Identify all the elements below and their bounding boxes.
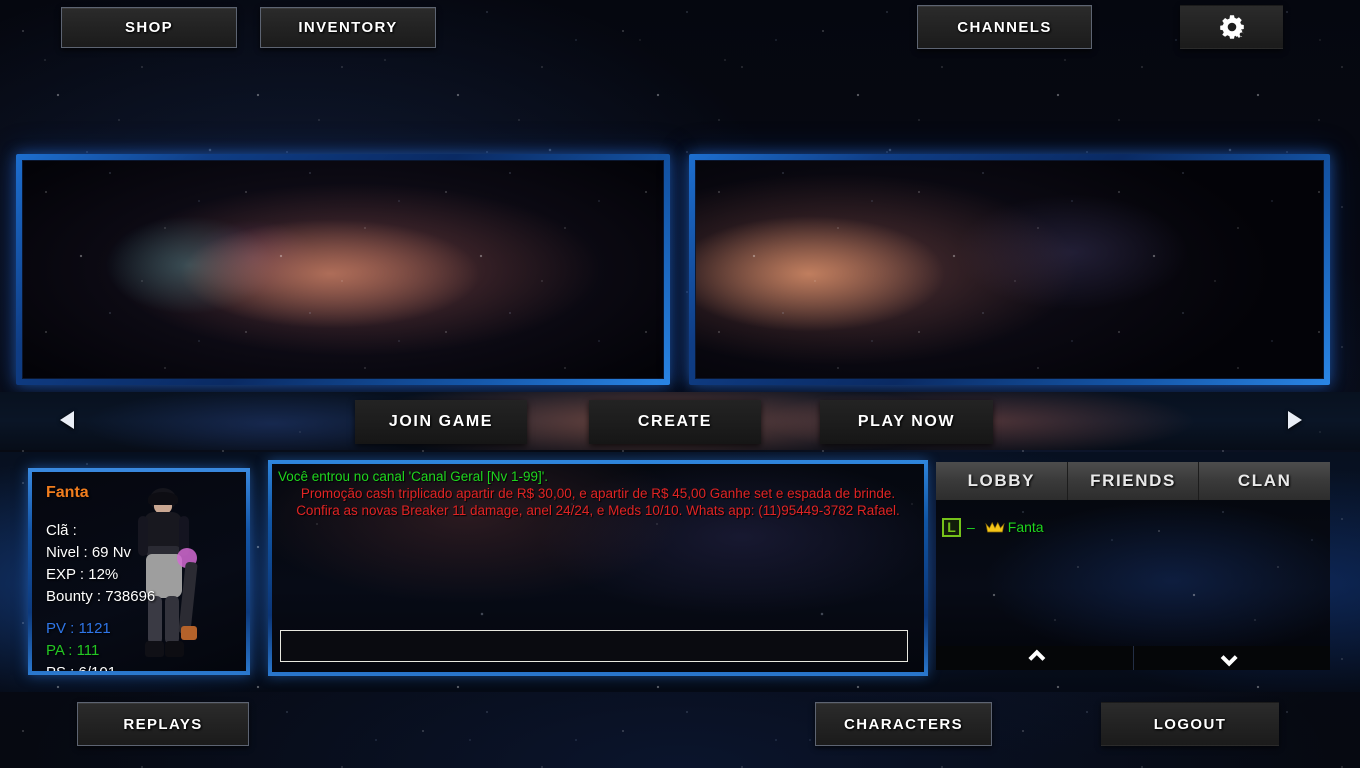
chat-message-log[interactable]: Você entrou no canal 'Canal Geral [Nv 1-… bbox=[278, 468, 918, 519]
lobby-panel: LOBBY FRIENDS CLAN L – Fanta bbox=[936, 462, 1331, 684]
arrow-left-icon bbox=[60, 411, 74, 429]
character-ps: PS : 6/101 bbox=[46, 664, 116, 671]
list-item[interactable]: L – Fanta bbox=[936, 514, 1330, 540]
character-avatar bbox=[124, 486, 220, 671]
bottom-region: Fanta Clã : Nivel : 69 Nv EXP : 12% Boun… bbox=[0, 452, 1360, 692]
chat-panel: Você entrou no canal 'Canal Geral [Nv 1-… bbox=[268, 460, 928, 676]
member-name: Fanta bbox=[1007, 519, 1044, 535]
member-separator: – bbox=[967, 519, 975, 535]
character-panel-inner: Fanta Clã : Nivel : 69 Nv EXP : 12% Boun… bbox=[32, 472, 246, 671]
crown-icon bbox=[985, 520, 1005, 534]
character-exp: EXP : 12% bbox=[46, 566, 119, 583]
banner-prev-button[interactable] bbox=[50, 403, 84, 437]
chat-input[interactable] bbox=[280, 630, 908, 662]
arrow-right-icon bbox=[1288, 411, 1302, 429]
character-pa: PA : 111 bbox=[46, 642, 100, 659]
banner-right[interactable] bbox=[689, 154, 1330, 385]
lobby-tab-bar: LOBBY FRIENDS CLAN bbox=[936, 462, 1331, 500]
shop-button[interactable]: SHOP bbox=[61, 7, 237, 48]
game-mode-bar: JOIN GAME CREATE PLAY NOW bbox=[0, 392, 1360, 450]
banner-left-image bbox=[22, 160, 664, 379]
character-pv: PV : 1121 bbox=[46, 620, 111, 637]
chat-message: Promoção cash triplicado apartir de R$ 3… bbox=[296, 486, 900, 518]
banner-left[interactable] bbox=[16, 154, 670, 385]
chat-message: Você entrou no canal 'Canal Geral [Nv 1-… bbox=[278, 469, 549, 484]
character-name: Fanta bbox=[46, 484, 89, 501]
chevron-up-icon bbox=[1028, 649, 1046, 667]
replays-button[interactable]: REPLAYS bbox=[77, 702, 249, 746]
character-bounty: Bounty : 738696 bbox=[46, 588, 156, 605]
characters-button[interactable]: CHARACTERS bbox=[815, 702, 992, 746]
tab-lobby[interactable]: LOBBY bbox=[936, 462, 1068, 500]
tab-friends[interactable]: FRIENDS bbox=[1067, 462, 1200, 500]
banner-right-image bbox=[695, 160, 1324, 379]
lobby-member-list: L – Fanta bbox=[936, 500, 1330, 646]
galaxy-artwork-right bbox=[696, 161, 1323, 378]
channels-button[interactable]: CHANNELS bbox=[917, 5, 1092, 49]
chevron-down-icon bbox=[1220, 649, 1238, 667]
scroll-up-button[interactable] bbox=[936, 646, 1134, 670]
scroll-down-button[interactable] bbox=[1133, 646, 1330, 670]
galaxy-artwork-left bbox=[23, 161, 663, 378]
play-now-button[interactable]: PLAY NOW bbox=[820, 400, 993, 444]
inventory-button[interactable]: INVENTORY bbox=[260, 7, 436, 48]
create-button[interactable]: CREATE bbox=[589, 400, 761, 444]
gear-icon bbox=[1217, 13, 1247, 41]
banner-next-button[interactable] bbox=[1278, 403, 1312, 437]
logout-button[interactable]: LOGOUT bbox=[1101, 702, 1279, 746]
chat-panel-inner: Você entrou no canal 'Canal Geral [Nv 1-… bbox=[272, 464, 924, 672]
lobby-scroll-controls bbox=[936, 646, 1330, 670]
game-lobby-screen: SHOP INVENTORY CHANNELS JOIN GAME CREATE… bbox=[0, 0, 1360, 768]
character-level: Nivel : 69 Nv bbox=[46, 544, 132, 561]
join-game-button[interactable]: JOIN GAME bbox=[355, 400, 527, 444]
tab-clan[interactable]: CLAN bbox=[1199, 462, 1331, 500]
character-panel: Fanta Clã : Nivel : 69 Nv EXP : 12% Boun… bbox=[28, 468, 250, 675]
leader-badge-icon: L bbox=[942, 517, 961, 537]
settings-button[interactable] bbox=[1180, 5, 1283, 49]
character-clan: Clã : bbox=[46, 522, 77, 539]
